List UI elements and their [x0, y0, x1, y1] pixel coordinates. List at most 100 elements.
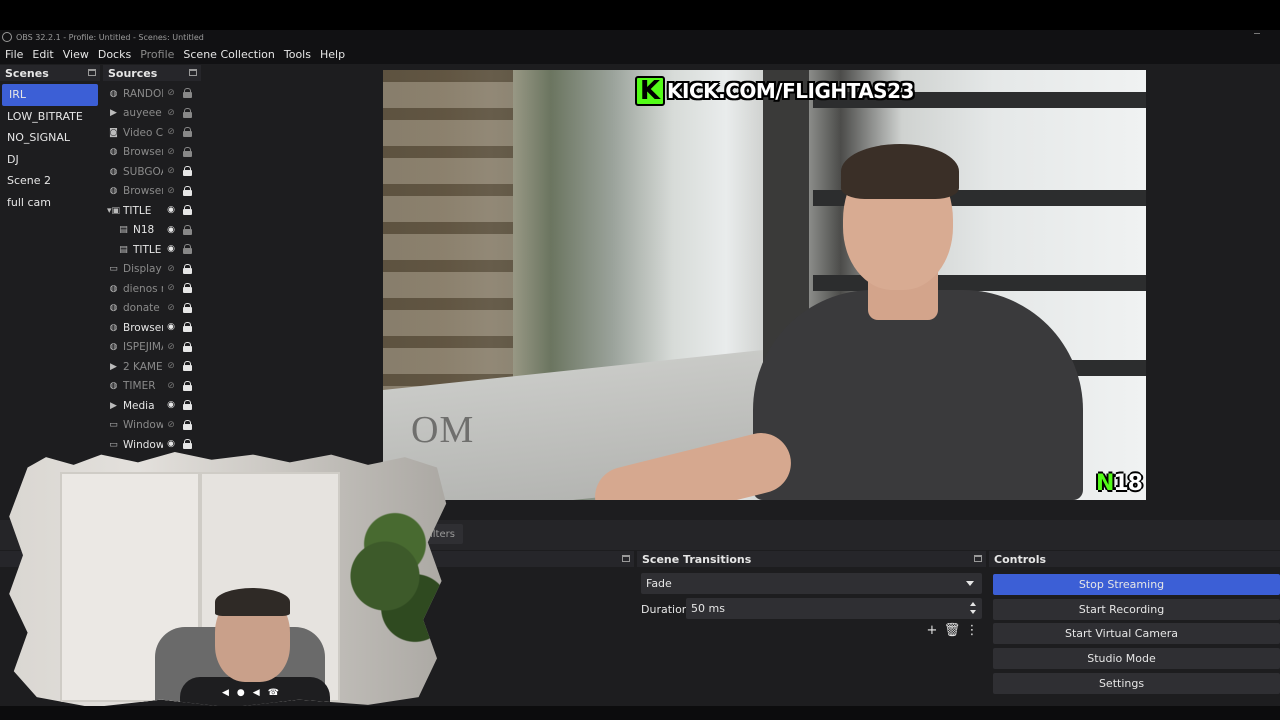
eye-hidden-icon[interactable]: ⊘ — [165, 283, 177, 294]
add-icon[interactable]: + — [925, 623, 939, 638]
spin-up-icon[interactable] — [970, 602, 976, 606]
eye-icon[interactable]: ◉ — [165, 244, 177, 255]
spin-down-icon[interactable] — [970, 610, 976, 614]
duration-value: 50 ms — [691, 602, 725, 615]
scene-item[interactable]: full cam — [0, 192, 100, 214]
lock-icon[interactable] — [183, 361, 192, 371]
source-item[interactable]: ▶ 2 KAMER⊘ — [103, 357, 201, 377]
menu-profile[interactable]: Profile — [140, 48, 174, 61]
start-recording-button[interactable]: Start Recording — [993, 598, 1280, 620]
globe-icon: ◍ — [109, 186, 118, 197]
lock-icon[interactable] — [183, 400, 192, 410]
hair — [841, 144, 959, 199]
source-item[interactable]: ◍ ISPEJIMA⊘ — [103, 338, 201, 358]
menu-edit[interactable]: Edit — [32, 48, 53, 61]
eye-icon[interactable]: ◉ — [165, 439, 177, 450]
eye-hidden-icon[interactable]: ⊘ — [165, 264, 177, 275]
unlock-icon[interactable] — [183, 146, 192, 157]
source-item[interactable]: ▾▣ TITLE ◉ — [103, 201, 201, 221]
unlock-icon[interactable] — [183, 244, 192, 254]
studio-mode-button[interactable]: Studio Mode — [993, 648, 1280, 670]
eye-hidden-icon[interactable]: ⊘ — [165, 127, 177, 138]
scene-item[interactable]: IRL — [2, 84, 98, 106]
phone-icon: ☎ — [267, 688, 279, 698]
unlock-icon[interactable] — [183, 107, 192, 118]
lock-icon[interactable] — [183, 341, 192, 352]
source-item[interactable]: ▶ auyeee ⊘ — [103, 104, 201, 124]
eye-hidden-icon[interactable]: ⊘ — [165, 108, 177, 119]
menu-scene-collection[interactable]: Scene Collection — [183, 48, 274, 61]
source-item[interactable]: ◍ Browser ⊘ — [103, 182, 201, 202]
eye-hidden-icon[interactable]: ⊘ — [165, 381, 177, 392]
source-item[interactable]: ▤ TITLE ◉ — [103, 240, 201, 260]
eye-hidden-icon[interactable]: ⊘ — [165, 166, 177, 177]
stop-streaming-button[interactable]: Stop Streaming — [993, 574, 1280, 595]
lock-icon[interactable] — [183, 166, 192, 176]
unlock-icon[interactable] — [183, 224, 192, 235]
eye-hidden-icon[interactable]: ⊘ — [165, 147, 177, 158]
eye-hidden-icon[interactable]: ⊘ — [165, 186, 177, 197]
more-options-icon[interactable]: ⋮ — [965, 623, 979, 638]
source-item[interactable]: ◍ TIMER ⊘ — [103, 377, 201, 397]
undock-icon[interactable] — [189, 69, 197, 76]
unlock-icon[interactable] — [183, 127, 192, 137]
undock-icon[interactable] — [622, 555, 630, 562]
menu-help[interactable]: Help — [320, 48, 345, 61]
lock-icon[interactable] — [183, 185, 192, 196]
controls-title: Controls — [994, 552, 1047, 566]
image-icon: ▤ — [119, 225, 128, 236]
source-item[interactable]: ◍ donate ⊘ — [103, 299, 201, 319]
duration-spinbox[interactable]: 50 ms — [686, 598, 982, 619]
menu-file[interactable]: File — [5, 48, 23, 61]
menu-tools[interactable]: Tools — [284, 48, 311, 61]
transition-select[interactable]: Fade — [641, 573, 982, 594]
eye-hidden-icon[interactable]: ⊘ — [165, 303, 177, 314]
start-virtual-camera-button[interactable]: Start Virtual Camera — [993, 623, 1280, 645]
lock-icon[interactable] — [183, 419, 192, 430]
minimize-icon[interactable] — [1254, 33, 1260, 34]
lock-icon[interactable] — [183, 322, 192, 332]
trash-icon[interactable]: 🗑 — [944, 623, 961, 638]
scene-item[interactable]: NO_SIGNAL — [0, 127, 100, 149]
lock-icon[interactable] — [183, 302, 192, 313]
eye-hidden-icon[interactable]: ⊘ — [165, 361, 177, 372]
eye-hidden-icon[interactable]: ⊘ — [165, 88, 177, 99]
source-item[interactable]: ▭ Display C⊘ — [103, 260, 201, 280]
source-item[interactable]: ◍ dienos n⊘ — [103, 279, 201, 299]
eye-hidden-icon[interactable]: ⊘ — [165, 342, 177, 353]
n18-badge-number: 18 — [1113, 471, 1143, 496]
source-item[interactable]: ◍ RANDOM⊘ — [103, 84, 201, 104]
source-item[interactable]: ▶ Media ◉ — [103, 396, 201, 416]
eye-icon[interactable]: ◉ — [165, 225, 177, 236]
undock-icon[interactable] — [88, 69, 96, 76]
scene-item[interactable]: LOW_BITRATE — [0, 106, 100, 128]
lock-icon[interactable] — [183, 439, 192, 449]
eye-icon[interactable]: ◉ — [165, 322, 177, 333]
lock-icon[interactable] — [183, 380, 192, 391]
play-icon: ▶ — [110, 400, 117, 411]
chevron-down-icon — [966, 581, 974, 586]
lock-icon[interactable] — [183, 283, 192, 293]
settings-button[interactable]: Settings — [993, 672, 1280, 694]
source-item[interactable]: ▭ Window ⊘ — [103, 416, 201, 436]
source-item[interactable]: ▤ N18 ◉ — [103, 221, 201, 241]
lock-icon[interactable] — [183, 263, 192, 274]
scene-item[interactable]: DJ — [0, 149, 100, 171]
program-preview[interactable]: OM K KICK.COM/FLIGHTAS23 N18 — [383, 70, 1146, 500]
eye-icon[interactable]: ◉ — [165, 205, 177, 216]
eye-icon[interactable]: ◉ — [165, 400, 177, 411]
scenes-dock-title: Scenes — [5, 66, 49, 80]
unlock-icon[interactable] — [183, 88, 192, 98]
source-item[interactable]: ◍ Browser ◉ — [103, 318, 201, 338]
undock-icon[interactable] — [974, 555, 982, 562]
globe-icon: ◍ — [109, 322, 118, 333]
eye-hidden-icon[interactable]: ⊘ — [165, 420, 177, 431]
source-item[interactable]: ◍ SUBGOA⊘ — [103, 162, 201, 182]
menu-docks[interactable]: Docks — [98, 48, 131, 61]
source-item[interactable]: ◙ Video Ca⊘ — [103, 123, 201, 143]
duration-label: Duration — [641, 603, 689, 616]
menu-view[interactable]: View — [63, 48, 89, 61]
scene-item[interactable]: Scene 2 — [0, 170, 100, 192]
source-item[interactable]: ◍ Browser ⊘ — [103, 143, 201, 163]
lock-icon[interactable] — [183, 205, 192, 215]
